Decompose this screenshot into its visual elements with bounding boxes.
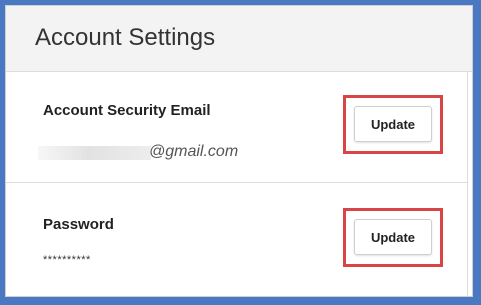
password-update-highlight: Update [343,208,443,267]
email-redaction [38,146,151,160]
email-section-title: Account Security Email [43,102,211,119]
password-section: Password ********** Update [6,183,467,296]
update-email-button[interactable]: Update [354,106,432,142]
password-masked-value: ********** [43,254,91,266]
email-section: Account Security Email @gmail.com Update [6,72,467,183]
email-domain-text: @gmail.com [149,143,239,160]
page-title: Account Settings [35,24,216,51]
password-section-title: Password [43,216,114,233]
email-update-highlight: Update [343,95,443,154]
update-password-button[interactable]: Update [354,219,432,255]
scrollbar-divider [467,71,468,296]
panel-header: Account Settings [6,6,472,72]
account-settings-panel: Account Settings Account Security Email … [5,5,473,297]
